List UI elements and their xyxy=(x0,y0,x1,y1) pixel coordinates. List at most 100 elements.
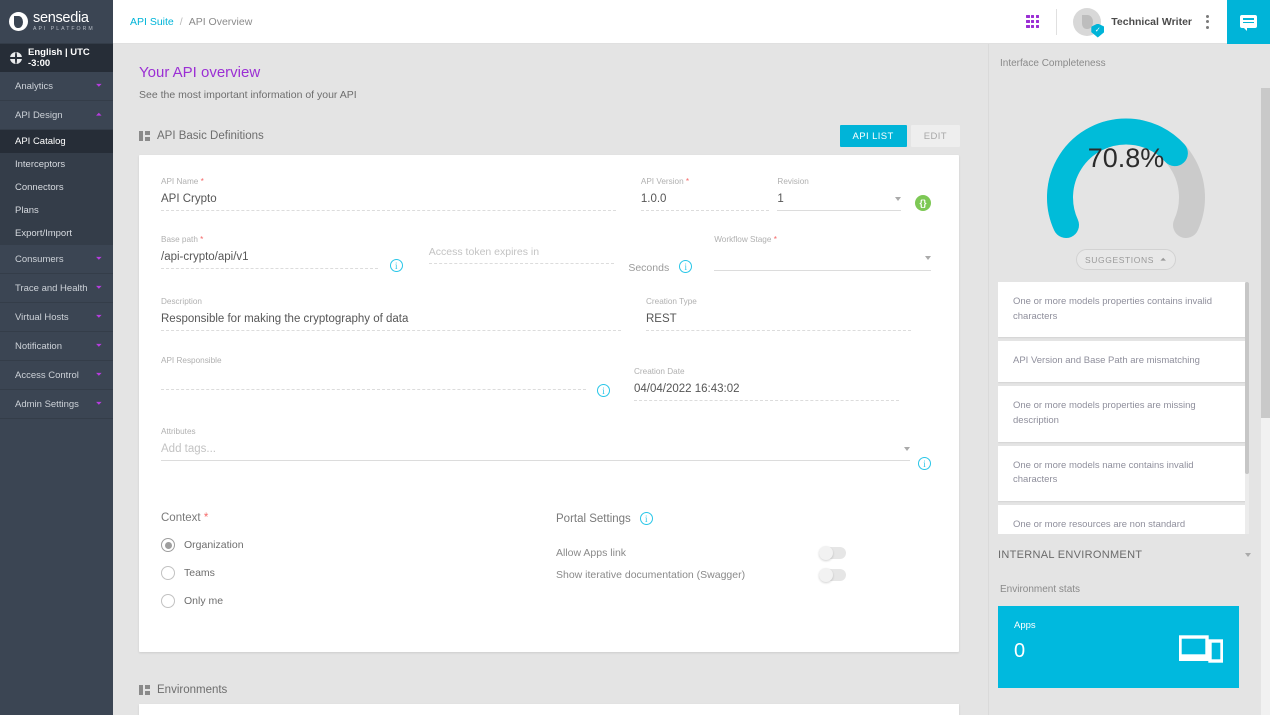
sidebar-item-plans[interactable]: Plans xyxy=(0,199,113,222)
breadcrumb-link-api-suite[interactable]: API Suite xyxy=(130,16,174,28)
environment-stats-title: Environment stats xyxy=(1000,584,1080,595)
toggle-switch[interactable] xyxy=(819,547,846,559)
description-field[interactable]: Description Responsible for making the c… xyxy=(161,297,621,335)
seconds-label: Seconds xyxy=(628,262,669,274)
avatar[interactable]: ✓ xyxy=(1073,8,1101,36)
suggestion-item[interactable]: One or more resources are non standard xyxy=(998,505,1249,534)
apps-grid-icon[interactable] xyxy=(1026,15,1039,28)
chevron-down-icon[interactable] xyxy=(925,256,931,260)
chevron-down-icon: ⏷ xyxy=(96,342,102,350)
suggestions-list[interactable]: One or more models properties contains i… xyxy=(998,282,1249,534)
creation-date-value: 04/04/2022 16:43:02 xyxy=(634,383,899,401)
environments-summary: 1 Environment available xyxy=(139,704,959,715)
context-option-only-me[interactable]: Only me xyxy=(161,594,556,608)
base-path-info-icon[interactable]: i xyxy=(390,259,403,272)
api-responsible-info-icon[interactable]: i xyxy=(597,384,610,397)
api-responsible-field[interactable]: API Responsible xyxy=(161,356,586,394)
access-token-placeholder: Access token expires in xyxy=(429,246,615,264)
description-value: Responsible for making the cryptography … xyxy=(161,313,621,331)
verified-shield-icon: ✓ xyxy=(1091,24,1104,38)
api-name-field[interactable]: API Name * API Crypto xyxy=(161,177,616,215)
stat-label: Apps xyxy=(1014,620,1223,631)
suggestion-item[interactable]: One or more models properties are missin… xyxy=(998,386,1249,441)
workflow-stage-field[interactable]: Workflow Stage * xyxy=(714,235,931,275)
base-path-field[interactable]: Base path * /api-crypto/api/v1 xyxy=(161,235,378,273)
app-logo[interactable]: sensedia API PLATFORM xyxy=(0,0,113,44)
sidebar-group-admin-settings[interactable]: Admin Settings ⏷ xyxy=(0,390,113,419)
suggestion-item[interactable]: One or more models properties contains i… xyxy=(998,282,1249,337)
sidebar-group-consumers[interactable]: Consumers ⏷ xyxy=(0,245,113,274)
sidebar-item-label: Plans xyxy=(15,205,39,216)
access-token-expires-field[interactable]: Access token expires in xyxy=(429,246,615,268)
scrollbar-thumb[interactable] xyxy=(1261,88,1270,418)
more-options-icon[interactable] xyxy=(1206,15,1209,29)
suggestions-scrollbar[interactable] xyxy=(1245,282,1249,534)
sidebar-group-label: Notification xyxy=(15,341,62,352)
workflow-stage-label: Workflow Stage * xyxy=(714,235,931,244)
sidebar-item-export-import[interactable]: Export/Import xyxy=(0,222,113,245)
context-option-teams[interactable]: Teams xyxy=(161,566,556,580)
toggle-allow-apps-link[interactable]: Allow Apps link xyxy=(556,547,846,559)
chat-button[interactable] xyxy=(1227,0,1270,44)
access-token-info-icon[interactable]: i xyxy=(679,260,692,273)
suggestion-item[interactable]: API Version and Base Path are mismatchin… xyxy=(998,341,1249,382)
main-area: API Suite / API Overview ✓ Technical Wri… xyxy=(113,0,1270,715)
sidebar-item-interceptors[interactable]: Interceptors xyxy=(0,153,113,176)
sidebar-item-label: Connectors xyxy=(15,182,64,193)
interface-completeness-title: Interface Completeness xyxy=(989,44,1263,69)
sidebar-group-notification[interactable]: Notification ⏷ xyxy=(0,332,113,361)
app-root: sensedia API PLATFORM English | UTC -3:0… xyxy=(0,0,1270,715)
toggle-switch[interactable] xyxy=(819,569,846,581)
creation-date-label: Creation Date xyxy=(634,367,899,376)
language-selector[interactable]: English | UTC -3:00 xyxy=(0,44,113,72)
chevron-down-icon: ⏷ xyxy=(96,371,102,379)
chevron-down-icon[interactable] xyxy=(895,197,901,201)
breadcrumb-separator: / xyxy=(180,16,183,28)
api-name-value: API Crypto xyxy=(161,193,616,211)
sidebar-group-label: Consumers xyxy=(15,254,64,265)
page-scrollbar[interactable] xyxy=(1261,88,1270,715)
creation-date-field: Creation Date 04/04/2022 16:43:02 xyxy=(634,367,899,405)
scrollbar-thumb[interactable] xyxy=(1245,282,1249,474)
description-label: Description xyxy=(161,297,621,306)
topbar: API Suite / API Overview ✓ Technical Wri… xyxy=(113,0,1270,44)
portal-settings-info-icon[interactable]: i xyxy=(640,512,653,525)
environment-select[interactable]: INTERNAL ENVIRONMENT xyxy=(989,544,1263,566)
center-column: Your API overview See the most important… xyxy=(113,44,988,715)
context-option-organization[interactable]: Organization xyxy=(161,538,556,552)
completeness-value: 70.8% xyxy=(1026,143,1226,174)
attributes-field[interactable]: Attributes Add tags... xyxy=(161,427,910,465)
suggestion-item[interactable]: One or more models name contains invalid… xyxy=(998,446,1249,501)
toggle-show-swagger[interactable]: Show iterative documentation (Swagger) xyxy=(556,569,846,581)
chevron-down-icon[interactable] xyxy=(904,447,910,451)
language-label: English | UTC -3:00 xyxy=(28,47,113,69)
stat-card-apps[interactable]: Apps 0 xyxy=(998,606,1239,688)
api-version-field[interactable]: API Version * 1.0.0 xyxy=(641,177,770,215)
section-actions: API LIST EDIT xyxy=(840,125,988,147)
edit-button[interactable]: EDIT xyxy=(911,125,960,147)
sidebar-group-label: Admin Settings xyxy=(15,399,79,410)
interface-completeness-gauge: 70.8% xyxy=(1026,85,1226,245)
sidebar-item-api-catalog[interactable]: API Catalog xyxy=(0,130,113,153)
basic-definitions-card: API Name * API Crypto API Version * 1.0.… xyxy=(139,155,959,652)
chevron-up-icon: ⏶ xyxy=(96,111,102,119)
sidebar-item-label: Export/Import xyxy=(15,228,72,239)
chevron-down-icon: ⏷ xyxy=(96,284,102,292)
sidebar-group-trace-and-health[interactable]: Trace and Health ⏷ xyxy=(0,274,113,303)
api-version-label: API Version * xyxy=(641,177,770,186)
context-option-label: Teams xyxy=(184,567,215,579)
sidebar-group-virtual-hosts[interactable]: Virtual Hosts ⏷ xyxy=(0,303,113,332)
api-list-button[interactable]: API LIST xyxy=(840,125,907,147)
suggestions-toggle-button[interactable]: SUGGESTIONS ⏶ xyxy=(1076,249,1176,270)
right-panel: Interface Completeness 70.8% SUGGESTIONS… xyxy=(988,44,1263,715)
revision-field[interactable]: Revision 1 xyxy=(777,177,901,215)
sidebar-group-api-design[interactable]: API Design ⏶ xyxy=(0,101,113,130)
grid-section-icon xyxy=(139,685,150,695)
attributes-placeholder: Add tags... xyxy=(161,443,216,455)
sidebar-item-connectors[interactable]: Connectors xyxy=(0,176,113,199)
revision-label: Revision xyxy=(777,177,901,186)
attributes-info-icon[interactable]: i xyxy=(918,457,931,470)
sidebar-group-analytics[interactable]: Analytics ⏷ xyxy=(0,72,113,101)
sidebar-group-access-control[interactable]: Access Control ⏷ xyxy=(0,361,113,390)
api-status-icon[interactable]: {} xyxy=(915,195,931,211)
